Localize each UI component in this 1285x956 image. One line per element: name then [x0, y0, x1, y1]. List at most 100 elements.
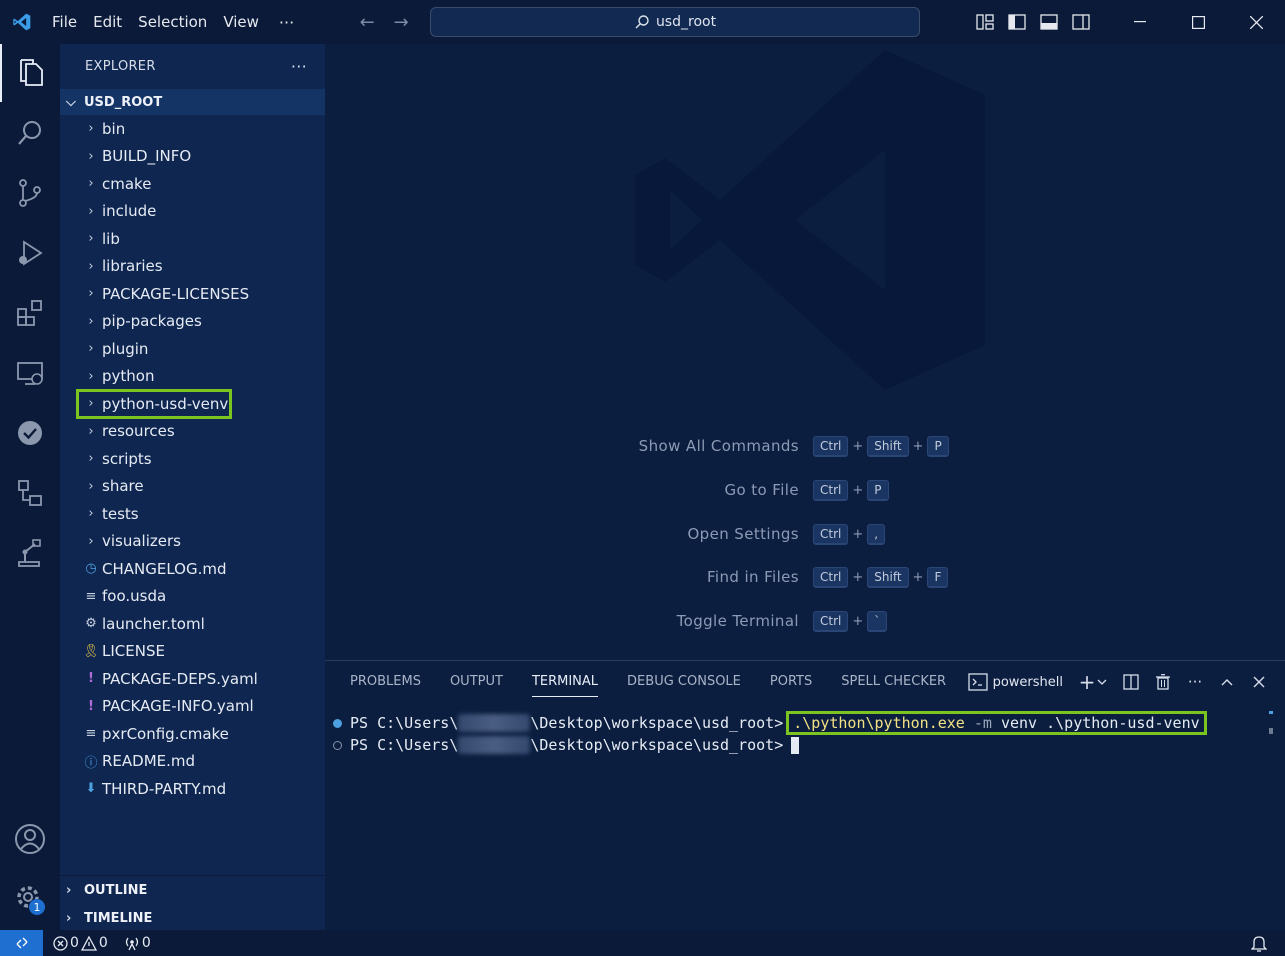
tree-file-readme[interactable]: ⓘ README.md [60, 748, 325, 776]
vscode-watermark-logo [635, 50, 985, 390]
tree-folder-pip-packages[interactable]: › pip-packages [60, 308, 325, 336]
tree-item-label: scripts [102, 449, 152, 468]
status-bar: 0 0 0 [0, 930, 1285, 956]
back-arrow-icon[interactable]: ← [350, 12, 384, 33]
tree-folder-visualizers[interactable]: › visualizers [60, 528, 325, 556]
tree-folder-resources[interactable]: › resources [60, 418, 325, 446]
run-debug-icon[interactable] [0, 224, 60, 282]
clock-icon: ◷ [85, 561, 97, 577]
toggle-panel-icon[interactable] [1033, 0, 1065, 44]
tab-spell-checker[interactable]: SPELL CHECKER [841, 661, 946, 703]
toggle-secondary-sidebar-icon[interactable] [1065, 0, 1097, 44]
command-pending-decoration-icon [333, 740, 342, 750]
tree-folder-package-licenses[interactable]: › PACKAGE-LICENSES [60, 280, 325, 308]
key-cap: , [867, 523, 886, 545]
close-window-icon[interactable] [1227, 0, 1285, 44]
tree-file-package-info[interactable]: ! PACKAGE-INFO.yaml [60, 693, 325, 721]
tree-file-launcher-toml[interactable]: ⚙ launcher.toml [60, 610, 325, 638]
close-panel-icon[interactable] [1243, 676, 1275, 688]
shortcut-go-to-file: Go to File Ctrl + P [325, 478, 1285, 502]
menu-edit[interactable]: Edit [85, 0, 130, 44]
explorer-more-button[interactable]: ··· [291, 57, 307, 76]
tab-debug-console[interactable]: DEBUG CONSOLE [627, 661, 741, 703]
tab-terminal[interactable]: TERMINAL [531, 667, 599, 697]
tree-folder-python-usd-venv[interactable]: › python-usd-venv [76, 389, 232, 419]
chevron-right-icon: › [88, 368, 94, 384]
terminal-scrollbar[interactable] [1269, 711, 1273, 734]
chevron-right-icon: › [88, 396, 94, 412]
prompt-end: \Desktop\workspace\usd_root> [530, 714, 784, 732]
key-cap: Ctrl [813, 479, 849, 501]
chevron-right-icon: › [66, 910, 72, 926]
key-cap: Shift [867, 566, 909, 588]
tree-folder-build-info[interactable]: › BUILD_INFO [60, 143, 325, 171]
chevron-down-icon[interactable] [1095, 679, 1109, 685]
workspace-root-header[interactable]: ⌵ USD_ROOT [60, 89, 325, 115]
customize-layout-icon[interactable] [969, 0, 1001, 44]
tab-ports[interactable]: PORTS [770, 661, 812, 703]
accounts-icon[interactable] [0, 810, 60, 868]
error-count: 0 [70, 935, 79, 951]
tree-folder-share[interactable]: › share [60, 473, 325, 501]
ports-status[interactable]: 0 [124, 935, 153, 951]
remote-indicator-icon[interactable] [0, 930, 43, 956]
tree-item-label: lib [102, 229, 120, 248]
settings-gear-icon[interactable]: 1 [0, 870, 60, 928]
command-center-search[interactable]: usd_root [430, 7, 920, 37]
trash-icon[interactable] [1147, 674, 1179, 690]
maximize-panel-chevron-up-icon[interactable] [1211, 678, 1243, 686]
warning-count: 0 [98, 935, 108, 951]
terminal-line-2[interactable]: PS C:\Users\ \Desktop\workspace\usd_root… [333, 734, 800, 756]
notifications-bell-icon[interactable] [1250, 934, 1268, 956]
tree-file-package-deps[interactable]: ! PACKAGE-DEPS.yaml [60, 665, 325, 693]
tree-file-pxrconfig[interactable]: ≡ pxrConfig.cmake [60, 720, 325, 748]
testing-check-icon[interactable] [0, 404, 60, 462]
tree-folder-python[interactable]: › python [60, 363, 325, 391]
robot-arm-icon[interactable] [0, 524, 60, 582]
terminal-profile-label: powershell [992, 674, 1063, 690]
timeline-section-header[interactable]: › TIMELINE [60, 904, 325, 932]
menu-file[interactable]: File [44, 0, 85, 44]
tree-folder-libraries[interactable]: › libraries [60, 253, 325, 281]
hierarchy-icon[interactable] [0, 464, 60, 522]
tab-output[interactable]: OUTPUT [450, 661, 503, 703]
key-cap: ` [867, 610, 888, 632]
source-control-icon[interactable] [0, 164, 60, 222]
command-args: venv .\python-usd-venv [1000, 714, 1200, 732]
outline-section-header[interactable]: › OUTLINE [60, 876, 325, 904]
error-icon [53, 935, 68, 951]
redacted-username [458, 736, 531, 754]
tree-item-label: BUILD_INFO [102, 147, 192, 166]
tree-folder-include[interactable]: › include [60, 198, 325, 226]
terminal-profile-button[interactable]: powershell [967, 673, 1063, 691]
terminal-cursor [791, 736, 800, 754]
forward-arrow-icon[interactable]: → [384, 12, 418, 33]
tree-file-changelog[interactable]: ◷ CHANGELOG.md [60, 555, 325, 583]
tree-item-label: pip-packages [102, 312, 202, 331]
toggle-primary-sidebar-icon[interactable] [1001, 0, 1033, 44]
search-icon[interactable] [0, 104, 60, 162]
maximize-icon[interactable] [1169, 0, 1227, 44]
extensions-icon[interactable] [0, 284, 60, 342]
key-cap: Shift [867, 435, 909, 457]
tree-folder-cmake[interactable]: › cmake [60, 170, 325, 198]
tab-problems[interactable]: PROBLEMS [350, 661, 421, 703]
tree-folder-bin[interactable]: › bin [60, 115, 325, 143]
tree-file-foo-usda[interactable]: ≡ foo.usda [60, 583, 325, 611]
split-terminal-icon[interactable] [1115, 674, 1147, 690]
tree-folder-plugin[interactable]: › plugin [60, 335, 325, 363]
menu-view[interactable]: View [215, 0, 267, 44]
tree-file-license[interactable]: 🎗 LICENSE [60, 638, 325, 666]
shortcut-label: Open Settings [687, 525, 799, 543]
more-actions-icon[interactable]: ··· [1179, 673, 1211, 691]
tree-file-third-party[interactable]: ⬇ THIRD-PARTY.md [60, 775, 325, 803]
tree-folder-scripts[interactable]: › scripts [60, 445, 325, 473]
explorer-icon[interactable] [0, 44, 60, 102]
tree-folder-lib[interactable]: › lib [60, 225, 325, 253]
remote-explorer-icon[interactable] [0, 344, 60, 402]
minimize-icon[interactable] [1111, 0, 1169, 44]
menu-more-button[interactable]: ··· [267, 13, 306, 32]
menu-selection[interactable]: Selection [130, 0, 215, 44]
tree-folder-tests[interactable]: › tests [60, 500, 325, 528]
problems-status[interactable]: 0 0 [53, 935, 110, 951]
